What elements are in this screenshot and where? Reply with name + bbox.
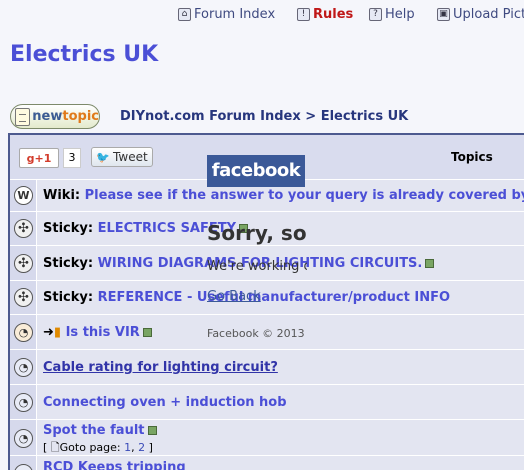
twitter-bird-icon: 🐦 bbox=[96, 150, 111, 164]
topic-link[interactable]: REFERENCE - Useful manufacturer/product … bbox=[98, 290, 450, 305]
facebook-copyright: Facebook © 2013 bbox=[207, 327, 305, 340]
sticky-pin-icon: ✣ bbox=[14, 219, 33, 238]
top-nav: ⌂ Forum Index ! Rules ? Help ▣ Upload Pi… bbox=[178, 7, 524, 25]
table-row: ◔ Connecting oven + induction hob bbox=[10, 385, 524, 420]
new-topic-label-post: topic bbox=[62, 109, 99, 124]
new-topic-button[interactable]: newtopic bbox=[10, 104, 100, 129]
facebook-go-back-link[interactable]: Go Back bbox=[207, 289, 261, 304]
forum-index-link[interactable]: ⌂ Forum Index bbox=[178, 7, 275, 22]
tweet-button[interactable]: 🐦 Tweet bbox=[91, 147, 153, 167]
upload-icon: ▣ bbox=[437, 8, 450, 21]
topic-status-icon: ◔ bbox=[14, 358, 33, 377]
upload-label: Upload Pict bbox=[453, 7, 524, 22]
attachment-icon bbox=[425, 259, 435, 268]
topics-column-header: Topics bbox=[451, 150, 493, 164]
forum-index-icon: ⌂ bbox=[178, 8, 191, 21]
help-icon: ? bbox=[369, 8, 382, 21]
page-link-2[interactable]: 2 bbox=[138, 441, 145, 454]
topic-link[interactable]: RCD Keeps tripping bbox=[43, 460, 186, 470]
table-row: ◔ Cable rating for lighting circuit? bbox=[10, 350, 524, 385]
row-prefix: Sticky: bbox=[43, 256, 94, 271]
page-link-1[interactable]: 1 bbox=[124, 441, 131, 454]
notepad-icon bbox=[15, 107, 31, 126]
help-link[interactable]: ? Help bbox=[369, 7, 415, 22]
attachment-icon bbox=[142, 328, 152, 337]
row-prefix: Sticky: bbox=[43, 221, 94, 236]
sticky-pin-icon: ✣ bbox=[14, 254, 33, 273]
attachment-icon bbox=[147, 426, 157, 435]
topic-status-icon: ◔ bbox=[14, 429, 33, 448]
topic-link[interactable]: Spot the fault bbox=[43, 423, 145, 438]
moved-arrow-icon: ➜▮ bbox=[43, 325, 62, 340]
topic-link[interactable]: Is this VIR bbox=[66, 325, 140, 340]
table-row: ◔ Spot the fault [ 🗋Goto page: 1, 2 ] bbox=[10, 420, 524, 456]
facebook-error-heading: Sorry, something went wrong. bbox=[207, 221, 307, 245]
forum-index-label: Forum Index bbox=[194, 7, 276, 22]
table-row: ◔ RCD Keeps tripping bbox=[10, 456, 524, 470]
google-plus-count: 3 bbox=[63, 148, 81, 168]
site-title: Electrics UK bbox=[10, 42, 159, 67]
row-prefix: Sticky: bbox=[43, 290, 94, 305]
goto-label: Goto page: bbox=[59, 441, 121, 454]
topic-status-icon: ◔ bbox=[14, 464, 33, 470]
rules-link[interactable]: ! Rules bbox=[297, 7, 353, 22]
help-label: Help bbox=[385, 7, 415, 22]
google-plus-button[interactable]: g+1 bbox=[19, 148, 59, 168]
sticky-pin-icon: ✣ bbox=[14, 288, 33, 307]
breadcrumb-forum-index[interactable]: DIYnot.com Forum Index bbox=[120, 109, 301, 124]
wiki-icon: W bbox=[14, 186, 33, 205]
rules-label: Rules bbox=[313, 7, 354, 22]
topic-status-icon: ◔ bbox=[14, 323, 33, 342]
topic-link[interactable]: Please see if the answer to your query i… bbox=[85, 188, 524, 203]
topic-link[interactable]: Cable rating for lighting circuit? bbox=[43, 360, 278, 375]
breadcrumb-separator: > bbox=[305, 109, 317, 124]
breadcrumb-current[interactable]: Electrics UK bbox=[321, 109, 409, 124]
facebook-error-message: We're working on getting this fixed as s… bbox=[207, 259, 307, 274]
page-icon: 🗋 bbox=[50, 441, 60, 454]
facebook-logo: facebook bbox=[207, 155, 305, 187]
upload-pictures-link[interactable]: ▣ Upload Pict bbox=[437, 7, 524, 22]
breadcrumb: DIYnot.com Forum Index > Electrics UK bbox=[120, 109, 408, 124]
row-prefix: Wiki: bbox=[43, 188, 81, 203]
tweet-label: Tweet bbox=[113, 150, 148, 164]
topic-status-icon: ◔ bbox=[14, 393, 33, 412]
topic-link[interactable]: Connecting oven + induction hob bbox=[43, 395, 287, 410]
rules-icon: ! bbox=[297, 8, 310, 21]
table-row: ✣ Sticky: REFERENCE - Useful manufacture… bbox=[10, 281, 524, 315]
new-topic-label: newtopic bbox=[32, 109, 99, 124]
new-topic-label-pre: new bbox=[32, 109, 63, 124]
